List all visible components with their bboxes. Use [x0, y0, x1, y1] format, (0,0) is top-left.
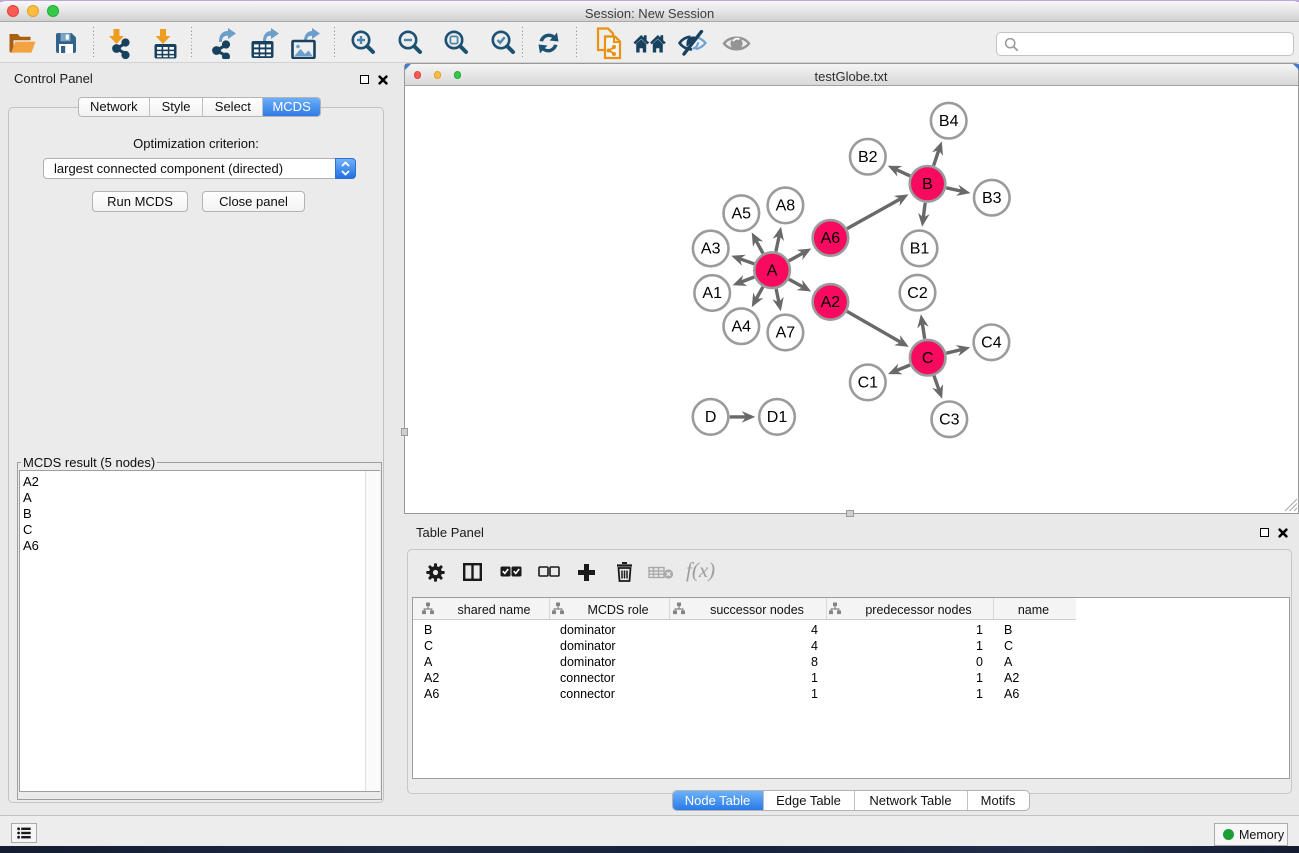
svg-text:C1: C1 — [857, 374, 878, 391]
svg-text:B2: B2 — [858, 148, 878, 165]
svg-text:B4: B4 — [938, 112, 958, 129]
svg-text:B3: B3 — [982, 189, 1002, 206]
svg-text:A3: A3 — [700, 240, 720, 257]
svg-text:A1: A1 — [702, 285, 722, 302]
svg-text:A7: A7 — [775, 324, 795, 341]
svg-text:C3: C3 — [939, 411, 960, 428]
svg-text:A2: A2 — [820, 294, 840, 311]
svg-text:D1: D1 — [766, 409, 787, 426]
svg-text:D: D — [704, 409, 716, 426]
svg-text:C4: C4 — [981, 334, 1002, 351]
svg-text:A: A — [766, 262, 777, 279]
svg-text:A8: A8 — [775, 197, 795, 214]
svg-text:A4: A4 — [731, 318, 751, 335]
svg-text:C2: C2 — [907, 284, 928, 301]
svg-text:B: B — [922, 176, 933, 193]
svg-text:A5: A5 — [731, 205, 751, 222]
svg-text:B1: B1 — [909, 240, 929, 257]
svg-text:C: C — [921, 349, 933, 366]
svg-text:A6: A6 — [820, 230, 840, 247]
